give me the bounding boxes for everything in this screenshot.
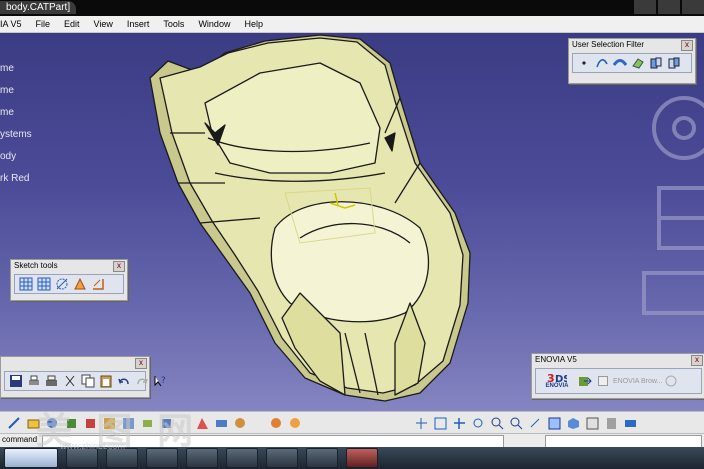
copy-icon[interactable] — [81, 374, 95, 388]
multi-view-icon[interactable] — [548, 417, 561, 430]
menu-window[interactable]: Window — [198, 19, 230, 29]
dimensional-constraints-icon[interactable] — [91, 277, 105, 291]
volume-filter-icon[interactable] — [631, 56, 645, 70]
menu-view[interactable]: View — [94, 19, 113, 29]
menu-help[interactable]: Help — [244, 19, 263, 29]
menu-insert[interactable]: Insert — [127, 19, 150, 29]
standard-toolbar[interactable]: x ? — [0, 356, 166, 398]
cut-icon[interactable] — [63, 374, 77, 388]
grid-icon[interactable] — [19, 277, 33, 291]
close-toolbar-button[interactable]: x — [135, 358, 147, 369]
rotate-icon[interactable] — [472, 417, 485, 430]
taskbar-app-button[interactable] — [306, 448, 338, 468]
hide-show-icon[interactable] — [605, 417, 618, 430]
surface-filter-icon[interactable] — [612, 56, 628, 70]
title-bar: body.CATPart] — [0, 0, 704, 16]
geometrical-element-filter-icon[interactable] — [667, 56, 681, 70]
window-controls — [632, 0, 704, 16]
toolbar-title — [1, 357, 149, 369]
menu-tools[interactable]: Tools — [163, 19, 184, 29]
menu-file[interactable]: File — [36, 19, 51, 29]
taskbar-catia-button[interactable] — [346, 448, 378, 468]
fly-mode-icon[interactable] — [415, 417, 428, 430]
enovia-browse-label: ENOVIA Brow... — [613, 377, 663, 385]
send-to-enovia-icon[interactable] — [578, 374, 592, 388]
toolbar-title: Sketch tools — [11, 260, 127, 272]
pan-icon[interactable] — [453, 417, 466, 430]
quick-print-icon[interactable] — [45, 374, 59, 388]
construction-element-icon[interactable] — [55, 277, 69, 291]
enovia-logo-text: ENOVIA — [545, 383, 569, 389]
close-toolbar-button[interactable]: x — [691, 355, 703, 366]
zoom-out-icon[interactable] — [510, 417, 523, 430]
svg-text:DS: DS — [555, 374, 567, 383]
whats-this-icon[interactable]: ? — [153, 374, 167, 388]
window-title: body.CATPart] — [0, 1, 77, 14]
taskbar-app-button[interactable] — [226, 448, 258, 468]
redo-icon[interactable] — [135, 374, 149, 388]
iso-view-icon[interactable] — [567, 417, 580, 430]
close-toolbar-button[interactable]: x — [113, 261, 125, 272]
curve-filter-icon[interactable] — [595, 56, 609, 70]
fit-all-icon[interactable] — [434, 417, 447, 430]
maximize-button[interactable] — [658, 0, 680, 14]
point-filter-icon[interactable] — [577, 56, 591, 70]
command-label: command — [2, 435, 38, 444]
sketch-tools-toolbar[interactable]: Sketch tools x — [10, 259, 128, 301]
snap-to-point-icon[interactable] — [37, 277, 51, 291]
material-library-icon[interactable] — [289, 417, 302, 430]
enovia-checkbox[interactable] — [598, 376, 608, 386]
close-toolbar-button[interactable]: x — [681, 40, 693, 51]
svg-text:3: 3 — [547, 372, 555, 383]
measure-icon[interactable] — [215, 417, 228, 430]
print-icon[interactable] — [27, 374, 41, 388]
user-selection-filter-toolbar[interactable]: User Selection Filter x — [568, 38, 696, 84]
3d-viewport[interactable]: me me me ystems ody rk Red User Selectio… — [0, 33, 704, 411]
paste-icon[interactable] — [99, 374, 113, 388]
watermark-url: www.zhinet.com — [60, 441, 126, 451]
minimize-button[interactable] — [634, 0, 656, 14]
apply-material-icon[interactable] — [270, 417, 283, 430]
taskbar-app-button[interactable] — [266, 448, 298, 468]
svg-text:?: ? — [161, 376, 166, 386]
analysis-icon[interactable] — [234, 417, 247, 430]
menu-edit[interactable]: Edit — [64, 19, 80, 29]
3ds-logo-icon: 3 DS — [547, 372, 567, 383]
menu-bar: IA V5 File Edit View Insert Tools Window… — [0, 16, 704, 33]
enovia-v5-toolbar[interactable]: ENOVIA V5 x 3 DS ENOVIA ENOVIA Brow... — [531, 353, 704, 399]
save-icon[interactable] — [9, 374, 23, 388]
close-button[interactable] — [682, 0, 704, 14]
shading-icon[interactable] — [586, 417, 599, 430]
sketch-icon[interactable] — [8, 416, 21, 430]
toolbar-title: ENOVIA V5 — [532, 354, 704, 366]
undo-icon[interactable] — [117, 374, 131, 388]
toolbar-title: User Selection Filter — [569, 39, 695, 51]
swap-visible-space-icon[interactable] — [624, 417, 637, 430]
geometrical-constraints-icon[interactable] — [73, 277, 87, 291]
menu-app[interactable]: IA V5 — [0, 19, 22, 29]
enovia-refresh-icon[interactable] — [664, 374, 678, 388]
feature-element-filter-icon[interactable] — [649, 56, 663, 70]
zoom-in-icon[interactable] — [491, 417, 504, 430]
normal-view-icon[interactable] — [529, 417, 542, 430]
enovia-logo[interactable]: 3 DS ENOVIA — [538, 371, 576, 391]
